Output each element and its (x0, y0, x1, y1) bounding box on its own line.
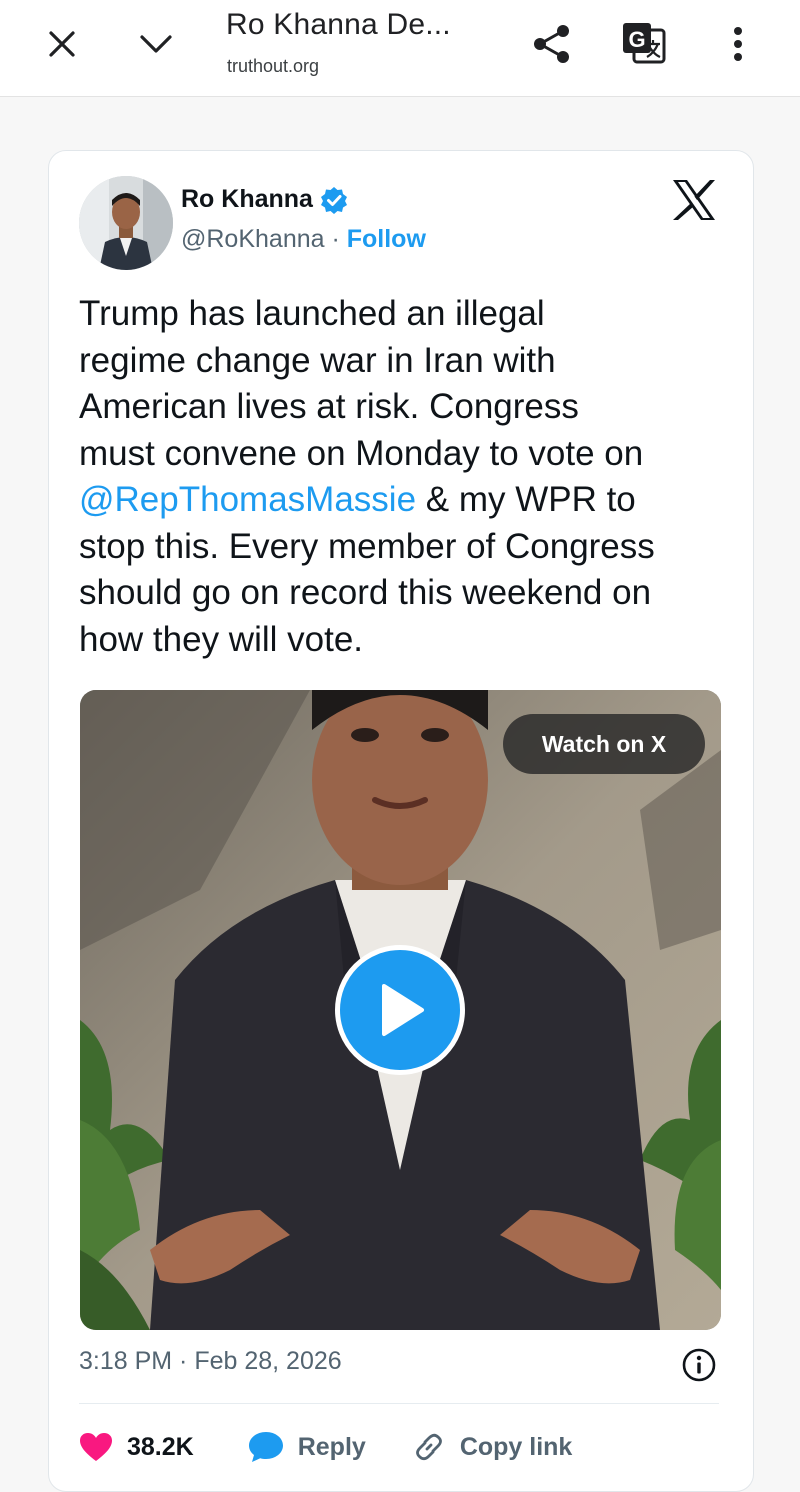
tweet-card: Ro Khanna @RoKhanna · Follow Trump has l… (48, 150, 754, 1492)
copy-link-button[interactable]: Copy link (412, 1430, 573, 1464)
tweet-text-line: American lives at risk. Congress (79, 387, 579, 426)
handle-separator: · (324, 225, 347, 253)
tweet-text: Trump has launched an illegal regime cha… (79, 291, 729, 663)
page-title: Ro Khanna De... (226, 8, 451, 41)
reply-label: Reply (297, 1432, 366, 1461)
chevron-down-icon[interactable] (134, 22, 178, 66)
tweet-text-line: should go on record this weekend on (79, 573, 652, 612)
play-button[interactable] (335, 945, 465, 1075)
like-button[interactable]: 38.2K (79, 1432, 194, 1462)
mention-link[interactable]: @RepThomasMassie (79, 480, 416, 519)
share-icon[interactable] (528, 20, 576, 68)
tweet-text-line: must convene on Monday to vote on (79, 433, 644, 473)
tweet-actions: 38.2K Reply Copy link (79, 1427, 572, 1467)
page-url: truthout.org (227, 56, 320, 76)
heart-icon (79, 1432, 113, 1462)
divider (79, 1403, 719, 1404)
play-icon (382, 984, 424, 1036)
handle-row: @RoKhanna · Follow (181, 225, 426, 254)
tweet-text-line: @RepThomasMassie & my WPR to (79, 477, 729, 524)
info-icon[interactable] (681, 1347, 717, 1383)
svg-text:G: G (628, 27, 645, 52)
author-name[interactable]: Ro Khanna (181, 185, 348, 214)
tweet-text-line: regime change war in Iran with (79, 340, 556, 380)
author-name-text: Ro Khanna (181, 185, 313, 213)
video-player[interactable]: Watch on X (80, 690, 721, 1330)
browser-toolbar: Ro Khanna De... truthout.org G (0, 0, 800, 97)
tweet-text-line: Trump has launched an illegal (79, 294, 545, 333)
more-vertical-icon[interactable] (716, 20, 760, 68)
close-icon[interactable] (40, 22, 84, 66)
tweet-text-segment: & my WPR to (416, 480, 636, 519)
avatar[interactable] (79, 176, 173, 270)
copy-link-label: Copy link (459, 1432, 573, 1461)
tweet-timestamp[interactable]: 3:18 PM · Feb 28, 2026 (79, 1347, 342, 1376)
translate-icon[interactable]: G (618, 18, 670, 68)
watch-on-x-label: Watch on X (541, 730, 667, 757)
tweet-text-line: how they will vote. (79, 619, 364, 659)
x-logo-icon[interactable] (671, 179, 717, 221)
verified-badge-icon (320, 186, 348, 214)
reply-button[interactable]: Reply (248, 1431, 366, 1463)
reply-bubble-icon (248, 1431, 284, 1463)
tweet-text-line: stop this. Every member of Congress (79, 526, 655, 566)
follow-button[interactable]: Follow (347, 225, 426, 253)
author-handle[interactable]: @RoKhanna (181, 225, 325, 253)
link-icon (412, 1430, 446, 1464)
like-count: 38.2K (127, 1432, 194, 1461)
watch-on-x-button[interactable]: Watch on X (503, 714, 705, 774)
